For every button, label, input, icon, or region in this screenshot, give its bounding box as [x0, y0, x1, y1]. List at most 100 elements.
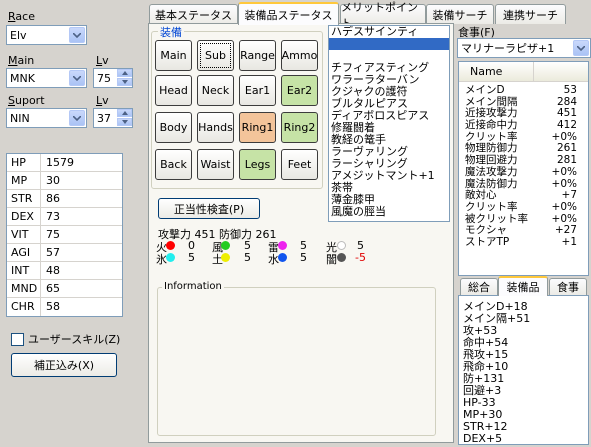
row-name: 魔法攻撃力 [465, 165, 518, 178]
equipment-group-title: 装備 [158, 24, 184, 40]
stat-value: 75 [46, 228, 60, 241]
stat-value: 30 [46, 174, 60, 187]
slot-label: Feet [287, 158, 312, 171]
slot-label: Ring1 [241, 121, 274, 134]
row-name: クリット率 [465, 200, 518, 213]
row-value: 412 [556, 119, 577, 132]
slot-range[interactable]: Range [239, 40, 276, 71]
slot-sub[interactable]: Sub [197, 40, 234, 71]
correction-button[interactable]: 補正込み(X) [11, 353, 117, 377]
information-box: Information [157, 281, 436, 436]
equipment-item-list[interactable]: ハデスサインティ チフィアスティング ワラーラターバン クジャクの護符 ブルタル… [328, 25, 450, 222]
slot-head[interactable]: Head [155, 75, 192, 106]
slot-label: Ring2 [283, 121, 316, 134]
stat-value: 65 [46, 282, 60, 295]
row-value: +0% [551, 165, 577, 178]
slot-body[interactable]: Body [155, 112, 192, 143]
fire-dot-icon [166, 241, 175, 250]
subtab-label: 総合 [468, 281, 490, 294]
validity-check-button[interactable]: 正当性検査(P) [158, 198, 260, 219]
stat-row: DEX 73 [7, 208, 122, 226]
stat-row: STR 86 [7, 190, 122, 208]
slot-legs[interactable]: Legs [239, 149, 276, 180]
element-earth-value: 5 [244, 251, 251, 264]
checkbox-box[interactable] [11, 332, 24, 346]
main-label: Main [8, 54, 35, 67]
stat-value: 86 [46, 192, 60, 205]
slot-main[interactable]: Main [155, 40, 192, 71]
user-skill-checkbox[interactable]: ユーザースキル(Z) [11, 331, 120, 347]
arrow-down-icon[interactable] [117, 78, 132, 86]
list-item[interactable]: 風魔の脛当 [329, 206, 449, 218]
slot-ear2[interactable]: Ear2 [281, 75, 318, 106]
race-select[interactable]: Elv [6, 25, 87, 45]
element-dark-label: 闇 [326, 253, 337, 266]
stat-value: 73 [46, 210, 60, 223]
tab-label: 装備品ステータス [244, 8, 333, 22]
arrow-down-icon[interactable] [117, 118, 132, 126]
stat-key: STR [7, 190, 41, 207]
tab-basic-status[interactable]: 基本ステータス [149, 4, 238, 24]
tab-equipment-status[interactable]: 装備品ステータス [238, 2, 339, 25]
slot-feet[interactable]: Feet [281, 149, 318, 180]
stat-key: VIT [7, 226, 41, 243]
support-job-select[interactable]: NIN [6, 108, 87, 128]
dark-dot-icon [337, 253, 346, 262]
subtab-equipment[interactable]: 装備品 [498, 276, 548, 296]
stat-key: HP [7, 154, 41, 171]
row-name: 近接命中力 [465, 119, 518, 132]
slot-ear1[interactable]: Ear1 [239, 75, 276, 106]
main-lv-value: 75 [97, 71, 111, 85]
chevron-down-icon[interactable] [69, 27, 85, 43]
slot-label: Ear1 [244, 84, 271, 97]
main-job-value: MNK [10, 71, 35, 85]
row-value: +1 [561, 235, 577, 248]
slot-back[interactable]: Back [155, 149, 192, 180]
arrow-up-icon[interactable] [117, 69, 132, 77]
ice-dot-icon [166, 253, 175, 262]
food-select[interactable]: マリナーラピザ+1 [457, 38, 591, 58]
column-name[interactable]: Name [459, 62, 534, 81]
effects-list: メインD+18 メイン隔+51 攻+53 命中+54 飛攻+15 飛命+10 防… [458, 295, 589, 445]
slot-label: Main [160, 49, 187, 62]
element-dark-value: -5 [355, 251, 366, 264]
slot-ring2[interactable]: Ring2 [281, 112, 318, 143]
slot-neck[interactable]: Neck [197, 75, 234, 106]
support-lv-value: 37 [97, 111, 111, 125]
arrow-up-icon[interactable] [117, 109, 132, 117]
chevron-down-icon[interactable] [69, 110, 85, 126]
stat-key: MND [7, 280, 41, 297]
support-lv-stepper[interactable]: 37 [93, 108, 133, 128]
main-lv-stepper[interactable]: 75 [93, 68, 133, 88]
information-title: Information [162, 281, 224, 292]
main-job-select[interactable]: MNK [6, 68, 87, 88]
subtab-total[interactable]: 総合 [460, 278, 498, 295]
chevron-down-icon[interactable] [573, 40, 589, 56]
stat-value: 1579 [46, 156, 74, 169]
subtab-label: 装備品 [506, 281, 540, 294]
tab-equipment-search[interactable]: 装備サーチ [426, 4, 494, 24]
list-item-selected[interactable] [329, 38, 449, 50]
element-ice-value: 5 [188, 251, 195, 264]
tab-merit-points[interactable]: メリットポイント [340, 1, 426, 30]
row-value: +0% [551, 200, 577, 213]
slot-label: Sub [205, 49, 226, 62]
table-row: ストアTP +1 [459, 235, 588, 249]
table-row: 魔法攻撃力 +0% [459, 165, 588, 179]
subtab-food[interactable]: 食事 [549, 278, 587, 295]
tab-skillchain-search[interactable]: 連携サーチ [495, 4, 566, 24]
stat-value: 57 [46, 246, 60, 259]
user-skill-label: ユーザースキル(Z) [28, 333, 121, 346]
list-item[interactable]: ハデスサインティ [329, 26, 449, 38]
column-value[interactable] [534, 62, 588, 81]
chevron-down-icon[interactable] [69, 70, 85, 86]
slot-ammo[interactable]: Ammo [281, 40, 318, 71]
validity-check-label: 正当性検査(P) [173, 202, 245, 216]
slot-ring1[interactable]: Ring1 [239, 112, 276, 143]
wind-dot-icon [221, 241, 230, 250]
slot-waist[interactable]: Waist [197, 149, 234, 180]
earth-dot-icon [221, 253, 230, 262]
stat-key: DEX [7, 208, 41, 225]
slot-label: Neck [201, 84, 230, 97]
slot-hands[interactable]: Hands [197, 112, 234, 143]
